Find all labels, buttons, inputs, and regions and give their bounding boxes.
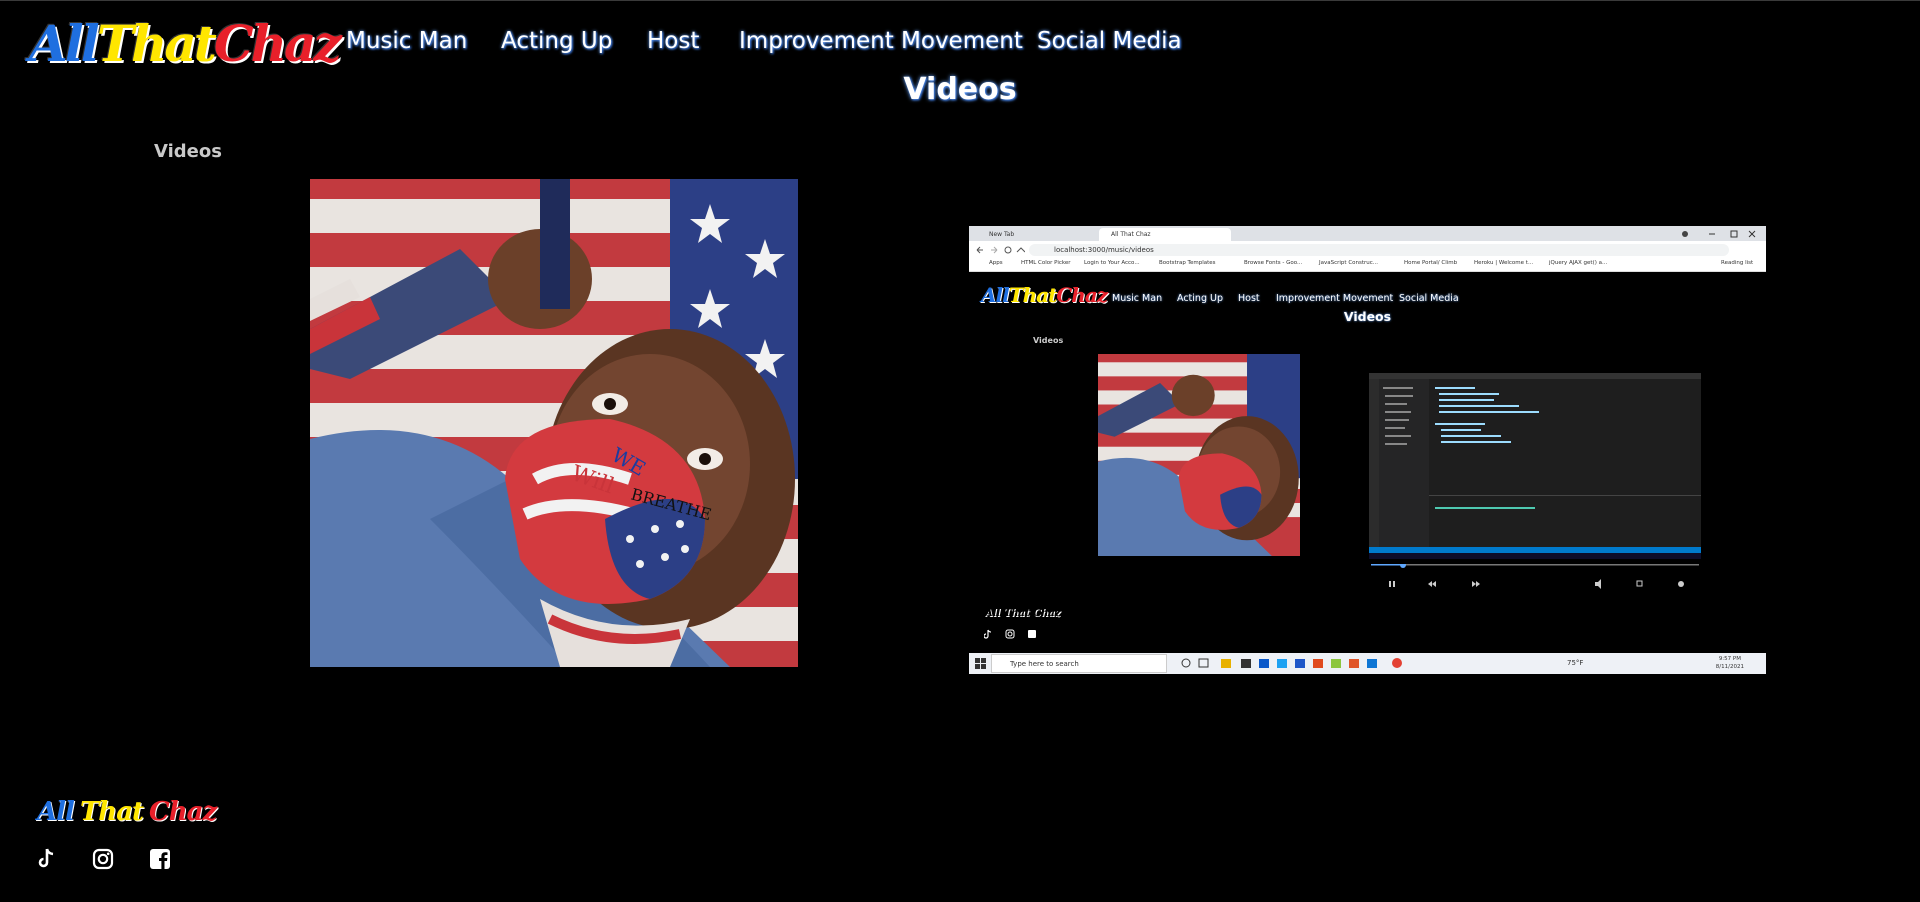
taskbar-date: 8/11/2021 xyxy=(1715,664,1744,670)
tiktok-icon[interactable] xyxy=(34,847,58,871)
thumb-code-editor xyxy=(1369,373,1701,559)
browser-url: localhost:3000/music/videos xyxy=(1029,244,1729,256)
thumb-nav-item: Music Man xyxy=(1112,293,1163,304)
thumb-page-title: Videos xyxy=(1343,309,1392,324)
facebook-icon[interactable] xyxy=(148,847,172,871)
bookmark-item: HTML Color Picker xyxy=(1021,260,1071,266)
nav-item-improvement-movement[interactable]: Improvement Movement xyxy=(739,28,1023,54)
bookmark-item: Home Portal/ Climb xyxy=(1404,260,1458,266)
browser-tabbar: New Tab All That Chaz xyxy=(969,226,1766,241)
thumb-social-icons xyxy=(984,629,1036,639)
logo-text-that: That xyxy=(96,14,217,73)
thumb-logo-all: All xyxy=(981,283,1010,307)
section-label: Videos xyxy=(154,141,222,162)
bookmark-item: Bootstrap Templates xyxy=(1159,260,1216,266)
taskbar-time: 9:57 PM xyxy=(1718,656,1741,662)
footer-logo-chaz: Chaz xyxy=(149,797,217,827)
browser-tab-site: All That Chaz xyxy=(1099,228,1231,241)
taskbar-search: Type here to search xyxy=(991,654,1167,673)
bookmark-item: Apps xyxy=(989,260,1003,266)
thumb-logo: AllThatChaz xyxy=(981,283,1108,307)
nav-item-acting-up[interactable]: Acting Up xyxy=(501,28,612,54)
footer-logo-all: All xyxy=(37,797,75,827)
bookmark-item: Login to Your Acco... xyxy=(1084,260,1140,266)
thumb-logo-that: That xyxy=(1008,283,1058,307)
top-border xyxy=(0,0,1920,1)
thumb-logo-chaz: Chaz xyxy=(1056,283,1108,307)
thumb-nav-item: Social Media xyxy=(1399,293,1459,304)
nav-item-social-media[interactable]: Social Media xyxy=(1037,28,1182,54)
footer-logo[interactable]: All That Chaz xyxy=(37,797,222,827)
video-player[interactable]: New Tab All That Chaz localhost:3000/mus… xyxy=(969,226,1766,674)
reading-list: Reading list xyxy=(1721,260,1754,266)
browser-address-bar: localhost:3000/music/videos xyxy=(969,241,1766,259)
site-logo[interactable]: AllThatChaz xyxy=(29,14,342,73)
nav-item-host[interactable]: Host xyxy=(647,28,699,54)
windows-start-icon xyxy=(975,658,986,669)
video-controls[interactable] xyxy=(1369,562,1701,604)
thumb-nav-item: Improvement Movement xyxy=(1276,293,1394,304)
os-taskbar: Type here to search 75°F 9:57 PM 8/11/20… xyxy=(969,653,1766,674)
thumb-section-label: Videos xyxy=(1033,336,1064,345)
nav-item-music-man[interactable]: Music Man xyxy=(346,28,467,54)
bookmark-item: Browse Fonts - Goo... xyxy=(1244,260,1303,266)
logo-text-all: All xyxy=(29,14,100,73)
window-controls-icon xyxy=(1682,230,1756,238)
browser-tab-new: New Tab xyxy=(989,231,1015,238)
thumb-nav-item: Host xyxy=(1238,293,1260,304)
bookmark-item: jQuery AJAX get() a... xyxy=(1549,260,1608,266)
bookmark-item: JavaScript Construc... xyxy=(1319,260,1379,266)
browser-nav-icons xyxy=(976,246,1025,254)
thumb-nav-item: Acting Up xyxy=(1177,293,1223,304)
taskbar-app-icons xyxy=(1181,658,1402,668)
logo-text-chaz: Chaz xyxy=(213,14,342,73)
page-title: Videos xyxy=(903,72,1017,107)
artist-photo: WE Will BREATHE xyxy=(310,179,798,667)
instagram-icon[interactable] xyxy=(91,847,115,871)
taskbar-weather: 75°F xyxy=(1567,659,1584,667)
taskbar-clock: 9:57 PM 8/11/2021 xyxy=(1716,655,1744,671)
bookmark-item: Heroku | Welcome t... xyxy=(1474,260,1534,266)
footer-logo-that: That xyxy=(79,797,144,827)
thumb-footer-logo: All That Chaz xyxy=(985,608,1061,619)
bookmarks-bar: Apps HTML Color Picker Login to Your Acc… xyxy=(969,259,1766,272)
thumb-artist-photo xyxy=(1098,354,1300,556)
